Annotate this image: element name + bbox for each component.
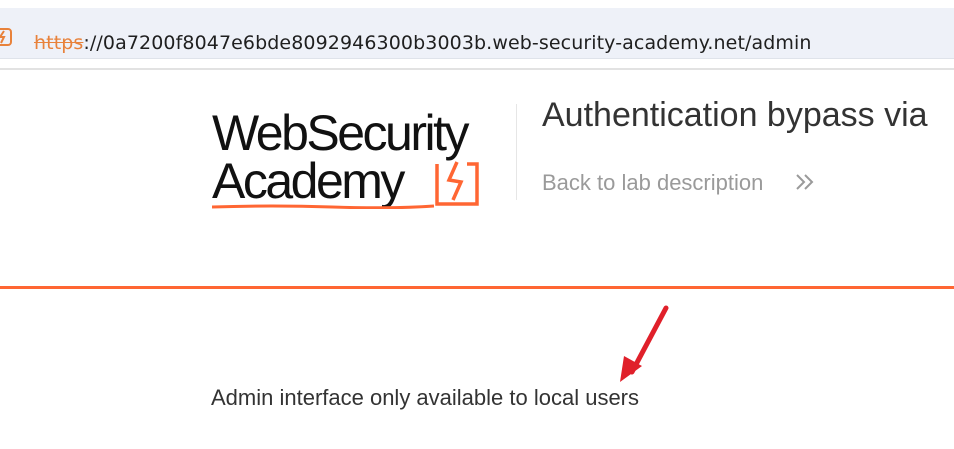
url-scheme: https (34, 32, 84, 54)
url-host-path: ://0a7200f8047e6bde8092946300b3003b.web-… (83, 32, 812, 54)
toolbar-divider (0, 68, 954, 70)
lab-title: Authentication bypass via (542, 96, 928, 134)
lightning-bolt-icon (435, 161, 479, 206)
back-to-lab-description-link[interactable]: Back to lab description (542, 170, 763, 196)
web-security-academy-logo[interactable]: WebSecurity Academy (212, 104, 512, 214)
logo-text-line2: Academy (212, 153, 405, 209)
page: https://0a7200f8047e6bde8092946300b3003b… (0, 0, 954, 449)
header-accent-rule (0, 286, 954, 289)
admin-access-message: Admin interface only available to local … (211, 385, 640, 410)
annotation-arrow-icon (620, 305, 669, 382)
header-divider (516, 104, 517, 200)
url-text: https://0a7200f8047e6bde8092946300b3003b… (34, 32, 812, 54)
browser-address-bar: https://0a7200f8047e6bde8092946300b3003b… (0, 0, 954, 62)
logo-text-line1: WebSecurity (212, 105, 470, 161)
lightning-bolt-icon (0, 28, 12, 46)
url-field[interactable]: https://0a7200f8047e6bde8092946300b3003b… (0, 8, 954, 59)
logo-underline (212, 204, 434, 209)
double-chevron-right-icon[interactable] (794, 171, 816, 193)
